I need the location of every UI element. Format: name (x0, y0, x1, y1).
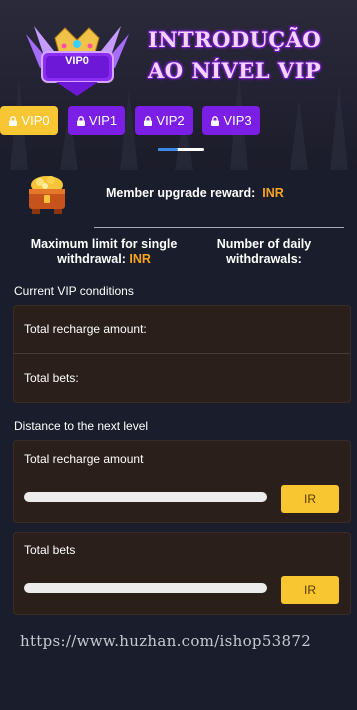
upgrade-reward-currency: INR (262, 186, 284, 200)
daily-withdrawals-label-2: withdrawals: (226, 252, 302, 266)
recharge-button[interactable]: IR (281, 485, 339, 513)
current-conditions-card: Total recharge amount: Total bets: (13, 305, 351, 403)
tab-vip2[interactable]: VIP2 (135, 106, 193, 135)
daily-withdrawals-label-1: Number of daily (216, 237, 312, 251)
upgrade-reward-label: Member upgrade reward: (106, 186, 256, 200)
divider (94, 227, 344, 228)
withdrawal-limit-label-1: Maximum limit for single (30, 237, 178, 251)
vip-badge-label: VIP0 (65, 55, 89, 67)
tab-label: VIP3 (223, 113, 252, 128)
current-conditions-title: Current VIP conditions (14, 284, 134, 298)
treasure-chest-icon (29, 176, 65, 214)
recharge-progress-bar (24, 492, 267, 502)
next-recharge-card: Total recharge amount IR (13, 440, 351, 523)
lock-icon (9, 115, 18, 126)
current-recharge-label: Total recharge amount: (24, 322, 147, 336)
tab-vip3[interactable]: VIP3 (202, 106, 260, 135)
lock-icon (144, 115, 153, 126)
next-bets-label: Total bets (24, 543, 76, 557)
withdrawal-limit-label-2: withdrawal: (57, 252, 126, 266)
tab-vip0[interactable]: VIP0 (0, 106, 58, 135)
carousel-indicator (158, 148, 204, 151)
next-recharge-label: Total recharge amount (24, 452, 144, 466)
next-level-title: Distance to the next level (14, 419, 149, 433)
vip-badge-icon: VIP0 (20, 22, 135, 100)
current-bets-label: Total bets: (24, 371, 79, 385)
page-title-line2: AO NÍVEL VIP (148, 58, 322, 83)
lock-icon (211, 115, 220, 126)
tab-label: VIP1 (88, 113, 118, 128)
tab-vip1[interactable]: VIP1 (68, 106, 125, 135)
daily-withdrawals: Number of daily withdrawals: (196, 237, 332, 267)
divider (14, 353, 350, 354)
upgrade-reward-row: Member upgrade reward: INR (0, 166, 357, 222)
withdrawal-limit-currency: INR (129, 252, 151, 266)
tab-label: VIP2 (156, 113, 185, 128)
page-title: INTRODUÇÃO AO NÍVEL VIP (148, 24, 348, 86)
bets-progress-bar (24, 583, 267, 593)
bets-button[interactable]: IR (281, 576, 339, 604)
watermark: https://www.huzhan.com/ishop53872 (20, 632, 312, 650)
next-bets-card: Total bets IR (13, 532, 351, 615)
lock-icon (76, 115, 85, 126)
page-title-line1: INTRODUÇÃO (148, 27, 322, 52)
withdrawal-limit: Maximum limit for single withdrawal: INR (26, 237, 182, 267)
upgrade-reward: Member upgrade reward: INR (106, 186, 284, 200)
tab-label: VIP0 (21, 113, 50, 128)
